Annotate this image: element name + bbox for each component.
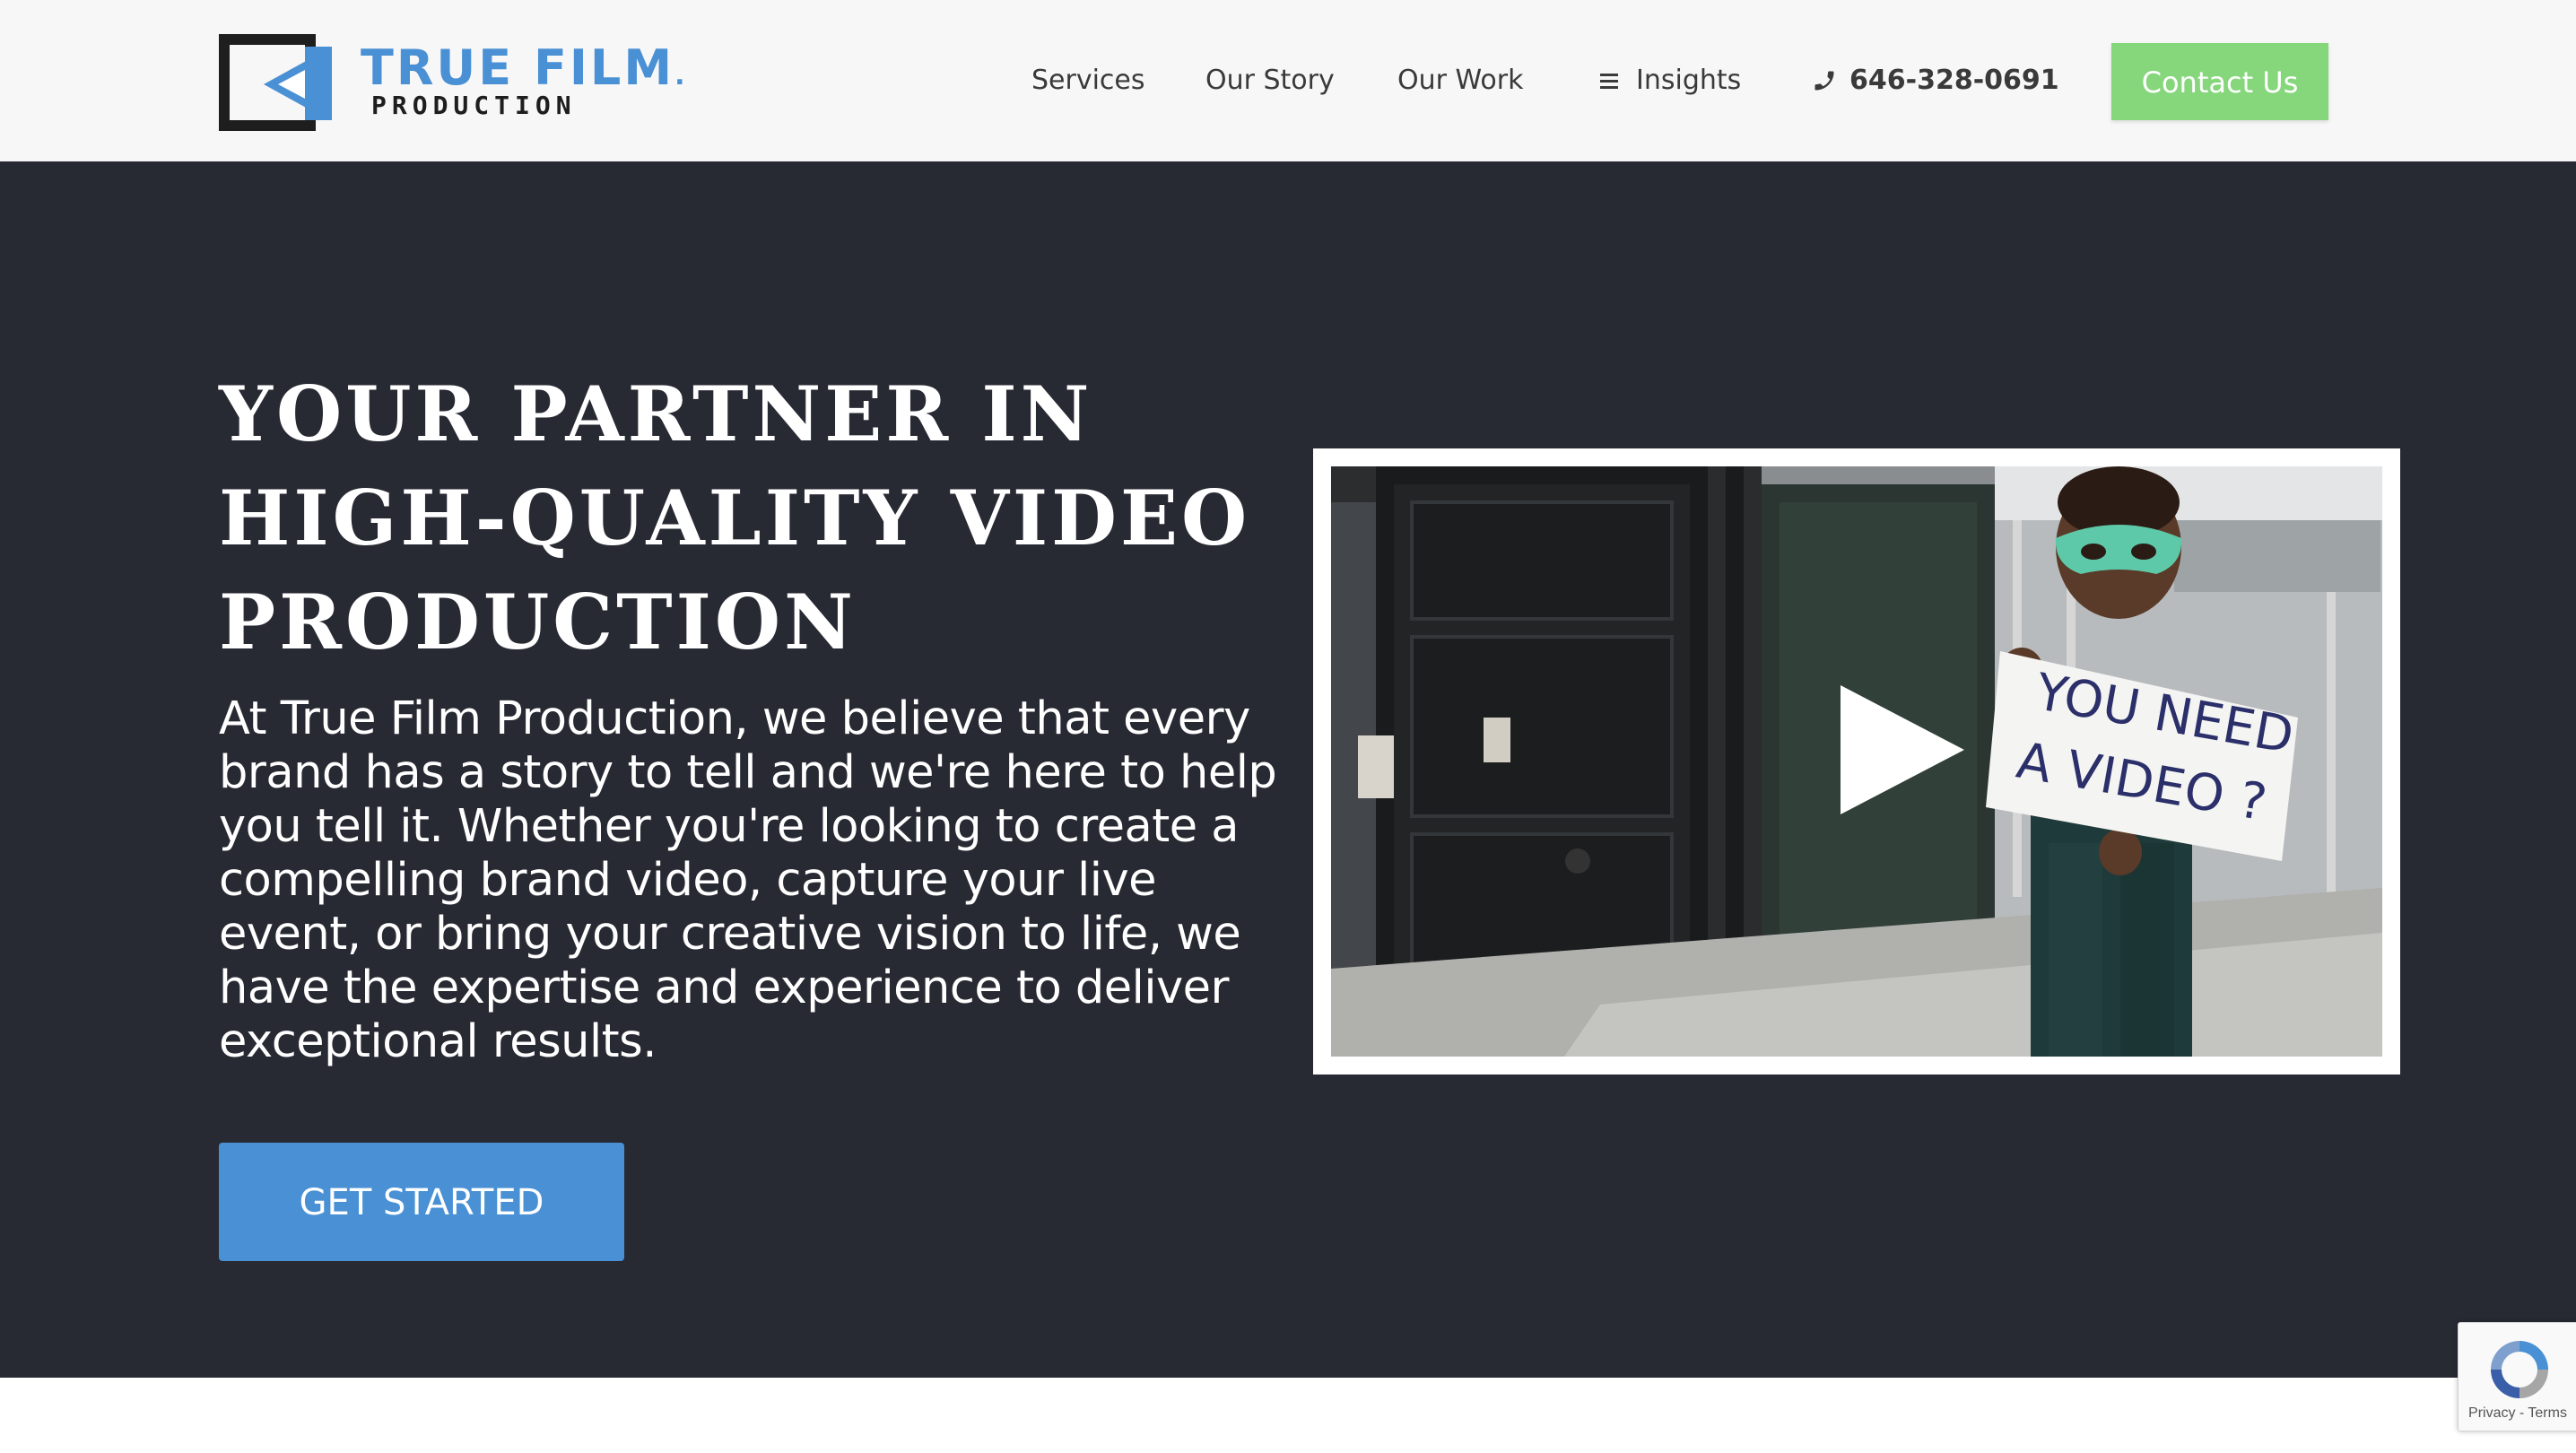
recaptcha-badge[interactable]: Privacy - Terms	[2458, 1322, 2576, 1431]
nav-our-work[interactable]: Our Work	[1397, 61, 1523, 100]
recaptcha-icon	[2491, 1341, 2548, 1398]
menu-lines-icon	[1600, 74, 1620, 90]
recaptcha-privacy-link[interactable]: Privacy	[2468, 1405, 2515, 1421]
hero-title-line2: HIGH-QUALITY VIDEO	[219, 474, 1251, 562]
next-section	[0, 1378, 2576, 1453]
phone-number-link[interactable]: 646-328-0691	[1849, 61, 2059, 100]
recaptcha-terms-link[interactable]: Terms	[2528, 1405, 2567, 1421]
site-header: TRUE FILM. PRODUCTION Services Our Story…	[0, 0, 2576, 161]
hero-title: YOUR PARTNER IN HIGH-QUALITY VIDEO PRODU…	[219, 362, 1295, 674]
brand-subname: PRODUCTION	[371, 91, 577, 120]
recaptcha-links: Privacy - Terms	[2468, 1405, 2567, 1421]
brand-logo[interactable]: TRUE FILM. PRODUCTION	[219, 34, 684, 133]
contact-us-button[interactable]: Contact Us	[2111, 43, 2328, 120]
video-player[interactable]: YOU NEED A VIDEO ?	[1313, 448, 2400, 1075]
hero-title-line3: PRODUCTION	[219, 578, 857, 666]
hero-description: At True Film Production, we believe that…	[219, 692, 1277, 1068]
logo-mark-icon	[219, 34, 332, 131]
phone-icon	[1815, 71, 1834, 91]
hero-title-line1: YOUR PARTNER IN	[219, 370, 1093, 458]
hero-section: YOUR PARTNER IN HIGH-QUALITY VIDEO PRODU…	[0, 161, 2576, 1378]
nav-insights[interactable]: Insights	[1636, 61, 1741, 100]
get-started-button[interactable]: GET STARTED	[219, 1143, 624, 1261]
video-thumbnail[interactable]: YOU NEED A VIDEO ?	[1331, 466, 2382, 1057]
play-icon[interactable]	[1817, 667, 1982, 832]
nav-services[interactable]: Services	[1031, 61, 1145, 100]
nav-our-story[interactable]: Our Story	[1205, 61, 1335, 100]
